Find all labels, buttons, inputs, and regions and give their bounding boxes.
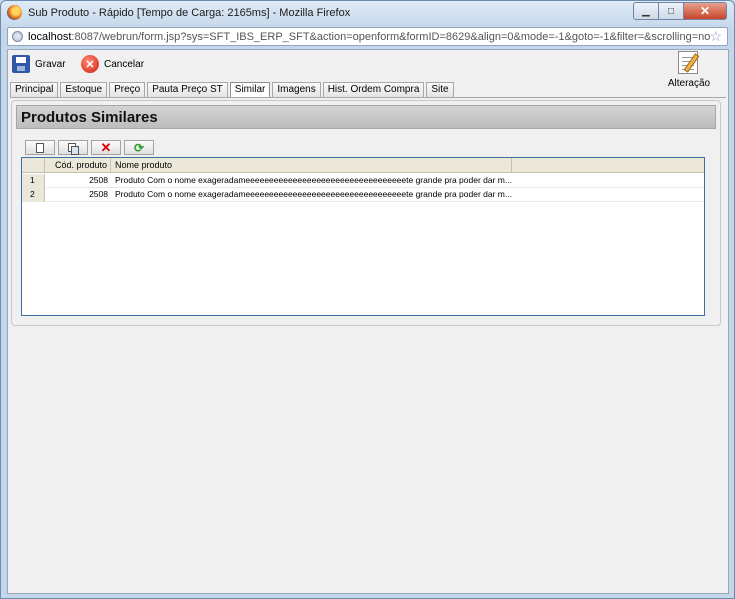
refresh-icon: ⟳ [133,140,145,155]
refresh-button[interactable]: ⟳ [124,140,154,155]
delete-icon: ✕ [100,139,112,155]
section-header: Produtos Similares [16,105,716,129]
delete-record-button[interactable]: ✕ [91,140,121,155]
new-document-icon [36,142,44,153]
tab-similar[interactable]: Similar [229,82,271,98]
column-header-cod-produto[interactable]: Cód. produto [45,158,111,173]
maximize-button[interactable]: □ [659,2,684,20]
cancel-icon: ✕ [81,55,99,73]
window-title: Sub Produto - Rápido [Tempo de Carga: 21… [28,7,351,19]
page-viewport: Gravar ✕ Cancelar Alteração Principal Es… [7,49,729,594]
copy-icon [68,142,79,155]
mode-label: Alteração [667,78,711,89]
floppy-disk-icon [12,55,30,73]
grid-header: Cód. produto Nome produto [22,158,704,173]
table-row[interactable]: 2 2508 Produto Com o nome exageradameeee… [22,188,704,202]
cell-nome-produto[interactable]: Produto Com o nome exageradameeeeeeeeeee… [111,188,512,202]
tab-preco[interactable]: Preço [109,82,146,97]
similar-products-panel: Produtos Similares ✕ ⟳ Cód. produto Nome… [11,100,721,326]
form-tabs: Principal Estoque Preço Pauta Preço ST S… [10,82,456,98]
bookmark-star-icon[interactable]: ☆ [709,29,722,44]
url-text[interactable]: localhost:8087/webrun/form.jsp?sys=SFT_I… [28,31,710,43]
title-bar: Sub Produto - Rápido [Tempo de Carga: 21… [1,1,734,25]
save-button[interactable]: Gravar [12,54,66,74]
save-label: Gravar [35,58,66,70]
column-header-nome-produto[interactable]: Nome produto [111,158,512,173]
cancel-button[interactable]: ✕ Cancelar [81,54,144,74]
minimize-button[interactable]: ▁ [633,2,659,20]
tab-imagens[interactable]: Imagens [272,82,321,97]
firefox-icon [7,5,22,20]
cancel-label: Cancelar [104,58,145,70]
window-controls: ▁ □ ✕ [633,2,727,20]
form-toolbar: Gravar ✕ Cancelar Alteração [8,50,728,89]
tab-hist-ordem-compra[interactable]: Hist. Ordem Compra [322,82,425,97]
edit-mode-indicator: Alteração [666,50,712,90]
row-number: 1 [22,174,45,188]
cell-nome-produto[interactable]: Produto Com o nome exageradameeeeeeeeeee… [111,174,512,188]
tab-estoque[interactable]: Estoque [60,82,108,97]
globe-icon [12,31,23,42]
grid-toolbar: ✕ ⟳ [25,140,157,155]
browser-window: Sub Produto - Rápido [Tempo de Carga: 21… [0,0,735,599]
url-host: localhost [28,31,72,43]
tab-divider [10,97,726,98]
row-number: 2 [22,188,45,202]
edit-document-icon [675,50,703,76]
url-path: :8087/webrun/form.jsp?sys=SFT_IBS_ERP_SF… [71,31,711,43]
section-title: Produtos Similares [21,109,158,126]
similar-products-grid: Cód. produto Nome produto 1 2508 Produto… [21,157,705,316]
cell-cod-produto[interactable]: 2508 [45,174,111,188]
tab-pauta-preco-st[interactable]: Pauta Preço ST [147,82,228,97]
new-record-button[interactable] [25,140,55,155]
copy-record-button[interactable] [58,140,88,155]
address-bar[interactable]: localhost:8087/webrun/form.jsp?sys=SFT_I… [7,27,728,46]
row-number-header [22,158,45,173]
tab-principal[interactable]: Principal [10,82,59,97]
cell-cod-produto[interactable]: 2508 [45,188,111,202]
close-button[interactable]: ✕ [684,2,727,20]
table-row[interactable]: 1 2508 Produto Com o nome exageradameeee… [22,174,704,188]
tab-site[interactable]: Site [426,82,454,97]
